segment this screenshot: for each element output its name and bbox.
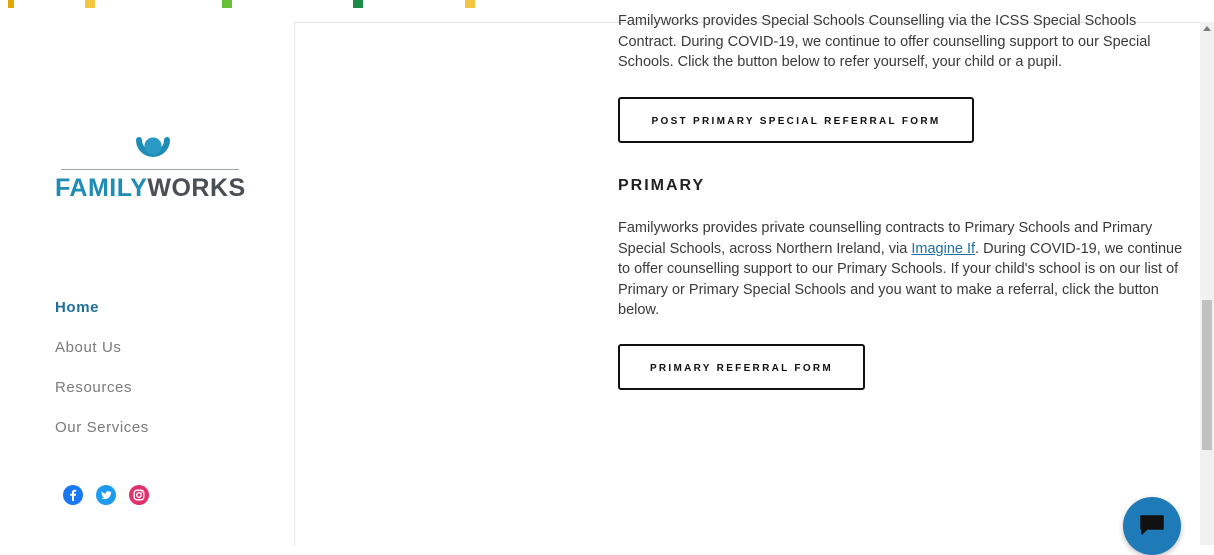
bookmark-icon[interactable] — [465, 0, 475, 8]
nav-item-about-us[interactable]: About Us — [55, 328, 149, 368]
familyworks-logo[interactable]: FAMILYWORKS — [55, 106, 251, 206]
nav-item-our-services[interactable]: Our Services — [55, 408, 149, 448]
social-links — [63, 485, 149, 505]
logo-text-works: WORKS — [147, 174, 246, 202]
twitter-icon[interactable] — [96, 485, 116, 505]
logo-divider — [61, 169, 239, 170]
bookmark-icon[interactable] — [222, 0, 232, 8]
sidebar: FAMILYWORKS Home About Us Resources Our … — [0, 22, 295, 545]
logo-text-family: FAMILY — [55, 174, 148, 202]
imagine-if-link[interactable]: Imagine If — [911, 241, 975, 257]
primary-heading: PRIMARY — [618, 177, 706, 194]
primary-paragraph: Familyworks provides private counselling… — [618, 218, 1183, 321]
special-schools-paragraph: Familyworks provides Special Schools Cou… — [618, 13, 1151, 70]
page-scrollbar[interactable] — [1200, 22, 1214, 545]
post-primary-special-referral-button[interactable]: POST PRIMARY SPECIAL REFERRAL FORM — [618, 97, 974, 143]
logo-wordmark: FAMILYWORKS — [55, 174, 246, 203]
main-nav: Home About Us Resources Our Services — [55, 288, 149, 448]
logo-mark-icon — [136, 137, 170, 157]
scroll-up-arrow-icon[interactable] — [1203, 26, 1211, 31]
scroll-thumb[interactable] — [1202, 300, 1212, 450]
facebook-icon[interactable] — [63, 485, 83, 505]
bookmark-icon[interactable] — [8, 0, 14, 8]
bookmark-icon[interactable] — [353, 0, 363, 8]
primary-referral-button[interactable]: PRIMARY REFERRAL FORM — [618, 344, 865, 390]
nav-item-resources[interactable]: Resources — [55, 368, 149, 408]
bookmark-icon[interactable] — [85, 0, 95, 8]
chat-button[interactable] — [1123, 497, 1181, 555]
instagram-icon[interactable] — [129, 485, 149, 505]
nav-item-home[interactable]: Home — [55, 288, 149, 328]
chat-icon — [1140, 515, 1164, 535]
